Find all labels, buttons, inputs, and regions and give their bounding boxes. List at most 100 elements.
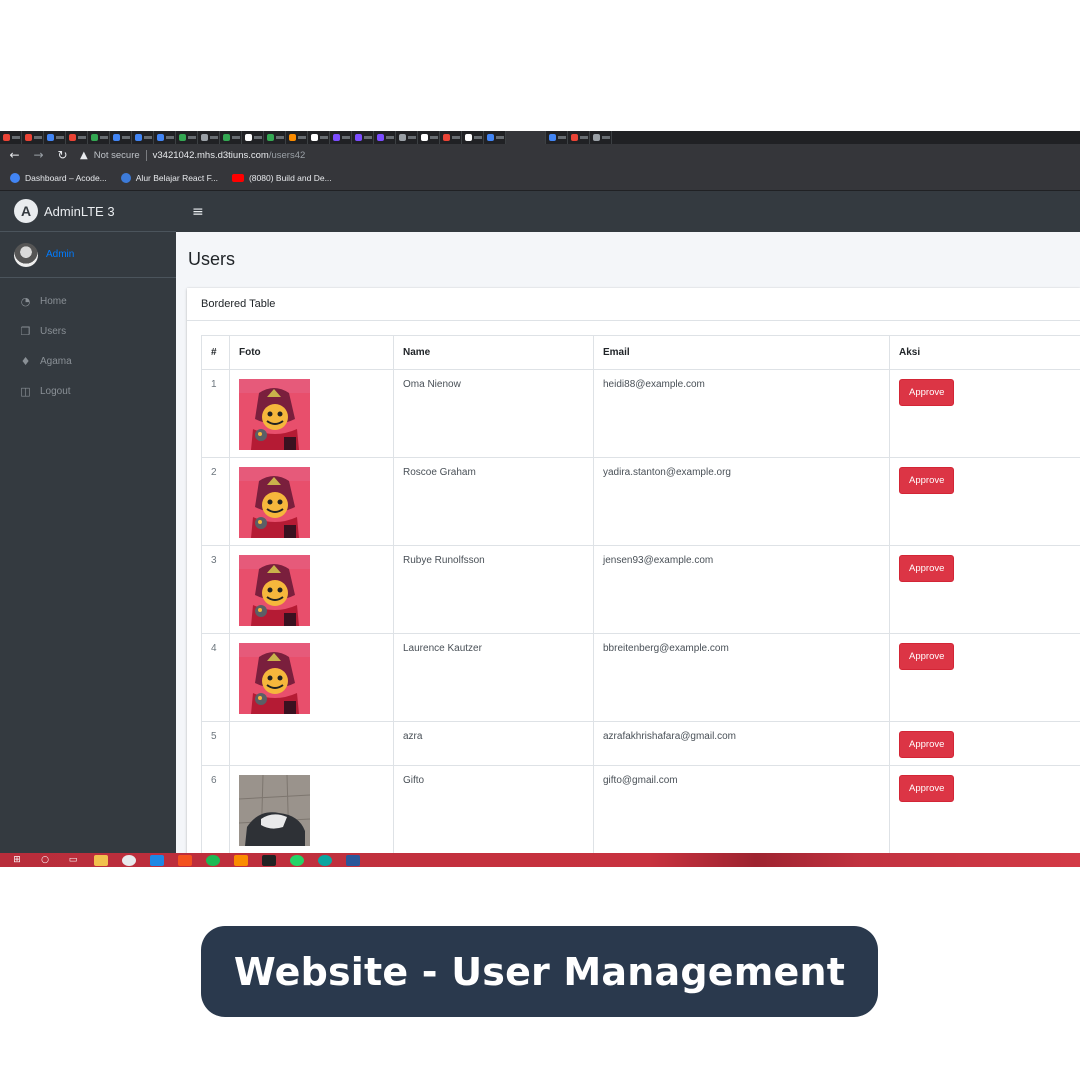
- whatsapp-icon[interactable]: [290, 854, 304, 866]
- browser-tab[interactable]: [330, 131, 352, 144]
- tab-title-placeholder: [210, 136, 218, 139]
- tab-title-placeholder: [320, 136, 328, 139]
- browser-tab[interactable]: [546, 131, 568, 144]
- table-row: 2 Roscoe Graham yadira.stanton@example.org…: [201, 457, 1080, 546]
- spotify-icon[interactable]: [206, 854, 220, 866]
- browser-tab[interactable]: [176, 131, 198, 144]
- table-row: 1 Oma Nienow heidi88@example.com Approve: [201, 369, 1080, 458]
- url-field[interactable]: ▲ Not secure v3421042.mhs.d3tiuns.com/us…: [80, 149, 305, 161]
- cell-name: Oma Nienow: [393, 369, 594, 458]
- browser-tab[interactable]: [22, 131, 44, 144]
- user-photo: [239, 379, 310, 450]
- tab-favicon-icon: [377, 134, 384, 141]
- tab-favicon-icon: [179, 134, 186, 141]
- browser-tab[interactable]: [242, 131, 264, 144]
- reload-icon[interactable]: ↻: [56, 149, 69, 161]
- browser-tab[interactable]: [44, 131, 66, 144]
- copy-icon: ❐: [20, 324, 31, 338]
- terminal-icon[interactable]: [262, 854, 276, 866]
- browser-tab[interactable]: [264, 131, 286, 144]
- canvas: ← → ↻ ▲ Not secure v3421042.mhs.d3tiuns.…: [0, 0, 1080, 1080]
- tab-title-placeholder: [408, 136, 416, 139]
- sidebar-item-logout[interactable]: ◫ Logout: [0, 376, 176, 406]
- sidebar-item-home[interactable]: ◔ Home: [0, 286, 176, 316]
- browser-tab[interactable]: [418, 131, 440, 144]
- main-area: ≡ Users Bordered Table # Foto Name Email…: [176, 191, 1080, 858]
- tab-favicon-icon: [267, 134, 274, 141]
- browser-tab-active[interactable]: [506, 131, 546, 144]
- table-row: 5 azra azrafakhrishafara@gmail.com Approve: [201, 721, 1080, 766]
- windows-start-icon[interactable]: ⊞: [10, 855, 24, 866]
- hamburger-menu-icon[interactable]: ≡: [192, 204, 204, 220]
- browser-tab[interactable]: [0, 131, 22, 144]
- browser-tab[interactable]: [88, 131, 110, 144]
- caption-text: Website - User Management: [233, 949, 846, 994]
- cell-aksi: Approve: [889, 545, 1080, 634]
- tab-favicon-icon: [355, 134, 362, 141]
- browser-tab[interactable]: [286, 131, 308, 144]
- table-row: 4 Laurence Kautzer bbreitenberg@example.co…: [201, 633, 1080, 722]
- columns-icon: ◫: [20, 384, 31, 398]
- xampp-icon[interactable]: [234, 854, 248, 866]
- task-view-icon[interactable]: ▭: [66, 855, 80, 866]
- card-title: Bordered Table: [187, 288, 1080, 321]
- browser-tab[interactable]: [396, 131, 418, 144]
- approve-button[interactable]: Approve: [899, 643, 955, 670]
- approve-button[interactable]: Approve: [899, 731, 955, 758]
- avatar: [14, 242, 38, 267]
- tab-favicon-icon: [91, 134, 98, 141]
- cell-foto: [229, 633, 394, 722]
- file-explorer-icon[interactable]: [94, 854, 108, 866]
- browser-tab[interactable]: [220, 131, 242, 144]
- approve-button[interactable]: Approve: [899, 775, 955, 802]
- tab-title-placeholder: [12, 136, 20, 139]
- caption-banner: Website - User Management: [201, 926, 878, 1017]
- git-icon[interactable]: [178, 854, 192, 866]
- browser-tab[interactable]: [374, 131, 396, 144]
- approve-button[interactable]: Approve: [899, 379, 955, 406]
- cell-foto: [229, 721, 394, 766]
- cell-number: 5: [201, 721, 230, 766]
- browser-tab[interactable]: [132, 131, 154, 144]
- edge-icon[interactable]: [318, 854, 332, 866]
- browser-tab[interactable]: [484, 131, 506, 144]
- tab-favicon-icon: [201, 134, 208, 141]
- browser-tab[interactable]: [66, 131, 88, 144]
- page-title: Users: [188, 249, 236, 269]
- sidebar-item-users[interactable]: ❐ Users: [0, 316, 176, 346]
- search-icon[interactable]: ○: [38, 855, 52, 866]
- browser-tab[interactable]: [462, 131, 484, 144]
- browser-tab[interactable]: [440, 131, 462, 144]
- cell-email: azrafakhrishafara@gmail.com: [593, 721, 890, 766]
- cell-aksi: Approve: [889, 369, 1080, 458]
- approve-button[interactable]: Approve: [899, 467, 955, 494]
- browser-tab[interactable]: [308, 131, 330, 144]
- top-navbar: ≡: [176, 191, 1080, 232]
- user-name-link[interactable]: Admin: [46, 249, 74, 260]
- browser-tab[interactable]: [568, 131, 590, 144]
- word-icon[interactable]: [346, 854, 360, 866]
- browser-tab[interactable]: [352, 131, 374, 144]
- tab-favicon-icon: [333, 134, 340, 141]
- tab-title-placeholder: [558, 136, 566, 139]
- browser-tab[interactable]: [154, 131, 176, 144]
- bookmark-youtube[interactable]: (8080) Build and De...: [231, 173, 332, 183]
- vscode-icon[interactable]: [150, 854, 164, 866]
- browser-tab[interactable]: [590, 131, 612, 144]
- table-row: 6 Gifto gifto@gmail.com Approve: [201, 765, 1080, 856]
- back-icon[interactable]: ←: [8, 149, 21, 161]
- brand-link[interactable]: A AdminLTE 3: [0, 191, 176, 232]
- approve-button[interactable]: Approve: [899, 555, 955, 582]
- bookmark-react[interactable]: Alur Belajar React F...: [120, 173, 218, 183]
- security-label: Not secure: [93, 149, 140, 161]
- sidebar-item-agama[interactable]: ♦ Agama: [0, 346, 176, 376]
- tab-favicon-icon: [3, 134, 10, 141]
- browser-tab[interactable]: [198, 131, 220, 144]
- tab-title-placeholder: [452, 136, 460, 139]
- cell-aksi: Approve: [889, 457, 1080, 546]
- bookmark-dashboard[interactable]: Dashboard – Acode...: [10, 173, 107, 183]
- chrome-icon[interactable]: [122, 854, 136, 866]
- forward-icon[interactable]: →: [32, 149, 45, 161]
- browser-tab[interactable]: [110, 131, 132, 144]
- tab-favicon-icon: [69, 134, 76, 141]
